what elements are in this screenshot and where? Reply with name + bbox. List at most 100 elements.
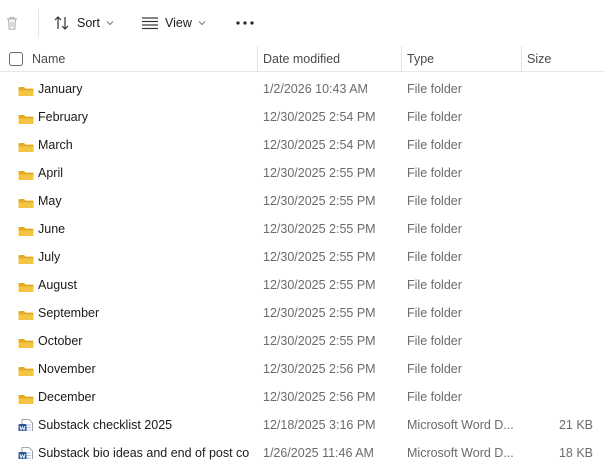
file-name: October	[38, 334, 83, 348]
file-date-modified: 12/30/2025 2:55 PM	[263, 306, 376, 320]
file-date-modified: 12/30/2025 2:55 PM	[263, 250, 376, 264]
file-row[interactable]: April 12/30/2025 2:55 PM File folder	[0, 159, 605, 187]
file-size	[527, 103, 593, 131]
chevron-down-icon	[106, 21, 114, 26]
file-size	[527, 159, 593, 187]
file-type: File folder	[407, 82, 462, 96]
file-row[interactable]: May 12/30/2025 2:55 PM File folder	[0, 187, 605, 215]
file-date-modified: 12/30/2025 2:55 PM	[263, 334, 376, 348]
file-date-modified: 12/30/2025 2:54 PM	[263, 138, 376, 152]
folder-icon	[18, 166, 34, 180]
file-type: File folder	[407, 306, 462, 320]
file-type: File folder	[407, 222, 462, 236]
column-divider[interactable]	[401, 46, 402, 72]
file-row[interactable]: December 12/30/2025 2:56 PM File folder	[0, 383, 605, 411]
column-header-name[interactable]: Name	[32, 46, 65, 72]
file-row[interactable]: Substack checklist 2025 12/18/2025 3:16 P…	[0, 411, 605, 439]
trash-icon	[7, 16, 17, 30]
file-type: File folder	[407, 138, 462, 152]
file-name: Substack bio ideas and end of post co...	[38, 446, 250, 460]
column-header-size[interactable]: Size	[527, 46, 551, 72]
column-header-date-modified[interactable]: Date modified	[263, 46, 340, 72]
file-date-modified: 12/18/2025 3:16 PM	[263, 418, 376, 432]
file-name: November	[38, 362, 96, 376]
toolbar-divider	[38, 9, 39, 37]
folder-icon	[18, 250, 34, 264]
file-size	[527, 75, 593, 103]
folder-icon	[18, 306, 34, 320]
sort-icon	[54, 16, 69, 30]
file-size	[527, 327, 593, 355]
file-type: Microsoft Word D...	[407, 418, 514, 432]
file-name: August	[38, 278, 77, 292]
file-type: File folder	[407, 194, 462, 208]
file-row[interactable]: Substack bio ideas and end of post co...…	[0, 439, 605, 467]
file-row[interactable]: March 12/30/2025 2:54 PM File folder	[0, 131, 605, 159]
file-name: December	[38, 390, 96, 404]
file-type: File folder	[407, 390, 462, 404]
folder-icon	[18, 138, 34, 152]
folder-icon	[18, 110, 34, 124]
sort-button[interactable]: Sort	[53, 12, 114, 34]
column-divider[interactable]	[257, 46, 258, 72]
file-date-modified: 12/30/2025 2:56 PM	[263, 390, 376, 404]
column-header: Name Date modified Type Size	[0, 46, 605, 72]
file-row[interactable]: July 12/30/2025 2:55 PM File folder	[0, 243, 605, 271]
file-name: Substack checklist 2025	[38, 418, 173, 432]
file-type: File folder	[407, 334, 462, 348]
chevron-down-icon	[198, 21, 206, 26]
file-size: 21 KB	[558, 418, 593, 432]
more-options-button[interactable]	[235, 12, 255, 34]
column-header-type[interactable]: Type	[407, 46, 434, 72]
file-date-modified: 1/26/2025 11:46 AM	[263, 446, 374, 460]
file-name: May	[38, 194, 62, 208]
column-divider[interactable]	[521, 46, 522, 72]
file-name: January	[38, 82, 83, 96]
file-size	[527, 299, 593, 327]
word-document-icon	[18, 417, 34, 431]
file-date-modified: 12/30/2025 2:55 PM	[263, 278, 376, 292]
folder-icon	[18, 334, 34, 348]
file-size	[527, 215, 593, 243]
file-date-modified: 12/30/2025 2:54 PM	[263, 110, 376, 124]
file-name: February	[38, 110, 89, 124]
file-type: Microsoft Word D...	[407, 446, 514, 460]
file-name: June	[38, 222, 66, 236]
file-size	[527, 243, 593, 271]
file-size	[527, 271, 593, 299]
view-list-icon	[142, 17, 158, 30]
folder-icon	[18, 390, 34, 404]
delete-button[interactable]	[2, 13, 22, 33]
folder-icon	[18, 278, 34, 292]
file-row[interactable]: June 12/30/2025 2:55 PM File folder	[0, 215, 605, 243]
view-label: View	[165, 16, 192, 30]
file-name: July	[38, 250, 61, 264]
more-icon	[236, 21, 254, 25]
file-row[interactable]: January 1/2/2026 10:43 AM File folder	[0, 75, 605, 103]
file-type: File folder	[407, 362, 462, 376]
file-size	[527, 187, 593, 215]
folder-icon	[18, 194, 34, 208]
select-all-checkbox[interactable]	[9, 52, 23, 66]
file-date-modified: 12/30/2025 2:56 PM	[263, 362, 376, 376]
file-row[interactable]: February 12/30/2025 2:54 PM File folder	[0, 103, 605, 131]
file-size	[527, 355, 593, 383]
file-type: File folder	[407, 278, 462, 292]
sort-label: Sort	[77, 16, 100, 30]
folder-icon	[18, 222, 34, 236]
file-row[interactable]: August 12/30/2025 2:55 PM File folder	[0, 271, 605, 299]
file-list: January 1/2/2026 10:43 AM File folder Febru…	[0, 75, 605, 467]
file-date-modified: 12/30/2025 2:55 PM	[263, 194, 376, 208]
file-type: File folder	[407, 166, 462, 180]
file-date-modified: 12/30/2025 2:55 PM	[263, 222, 376, 236]
file-size: 18 KB	[558, 446, 593, 460]
folder-icon	[18, 82, 34, 96]
file-name: September	[38, 306, 100, 320]
file-row[interactable]: November 12/30/2025 2:56 PM File folder	[0, 355, 605, 383]
file-row[interactable]: September 12/30/2025 2:55 PM File folder	[0, 299, 605, 327]
view-button[interactable]: View	[141, 12, 206, 34]
file-name: March	[38, 138, 73, 152]
file-name: April	[38, 166, 64, 180]
file-type: File folder	[407, 110, 462, 124]
file-row[interactable]: October 12/30/2025 2:55 PM File folder	[0, 327, 605, 355]
